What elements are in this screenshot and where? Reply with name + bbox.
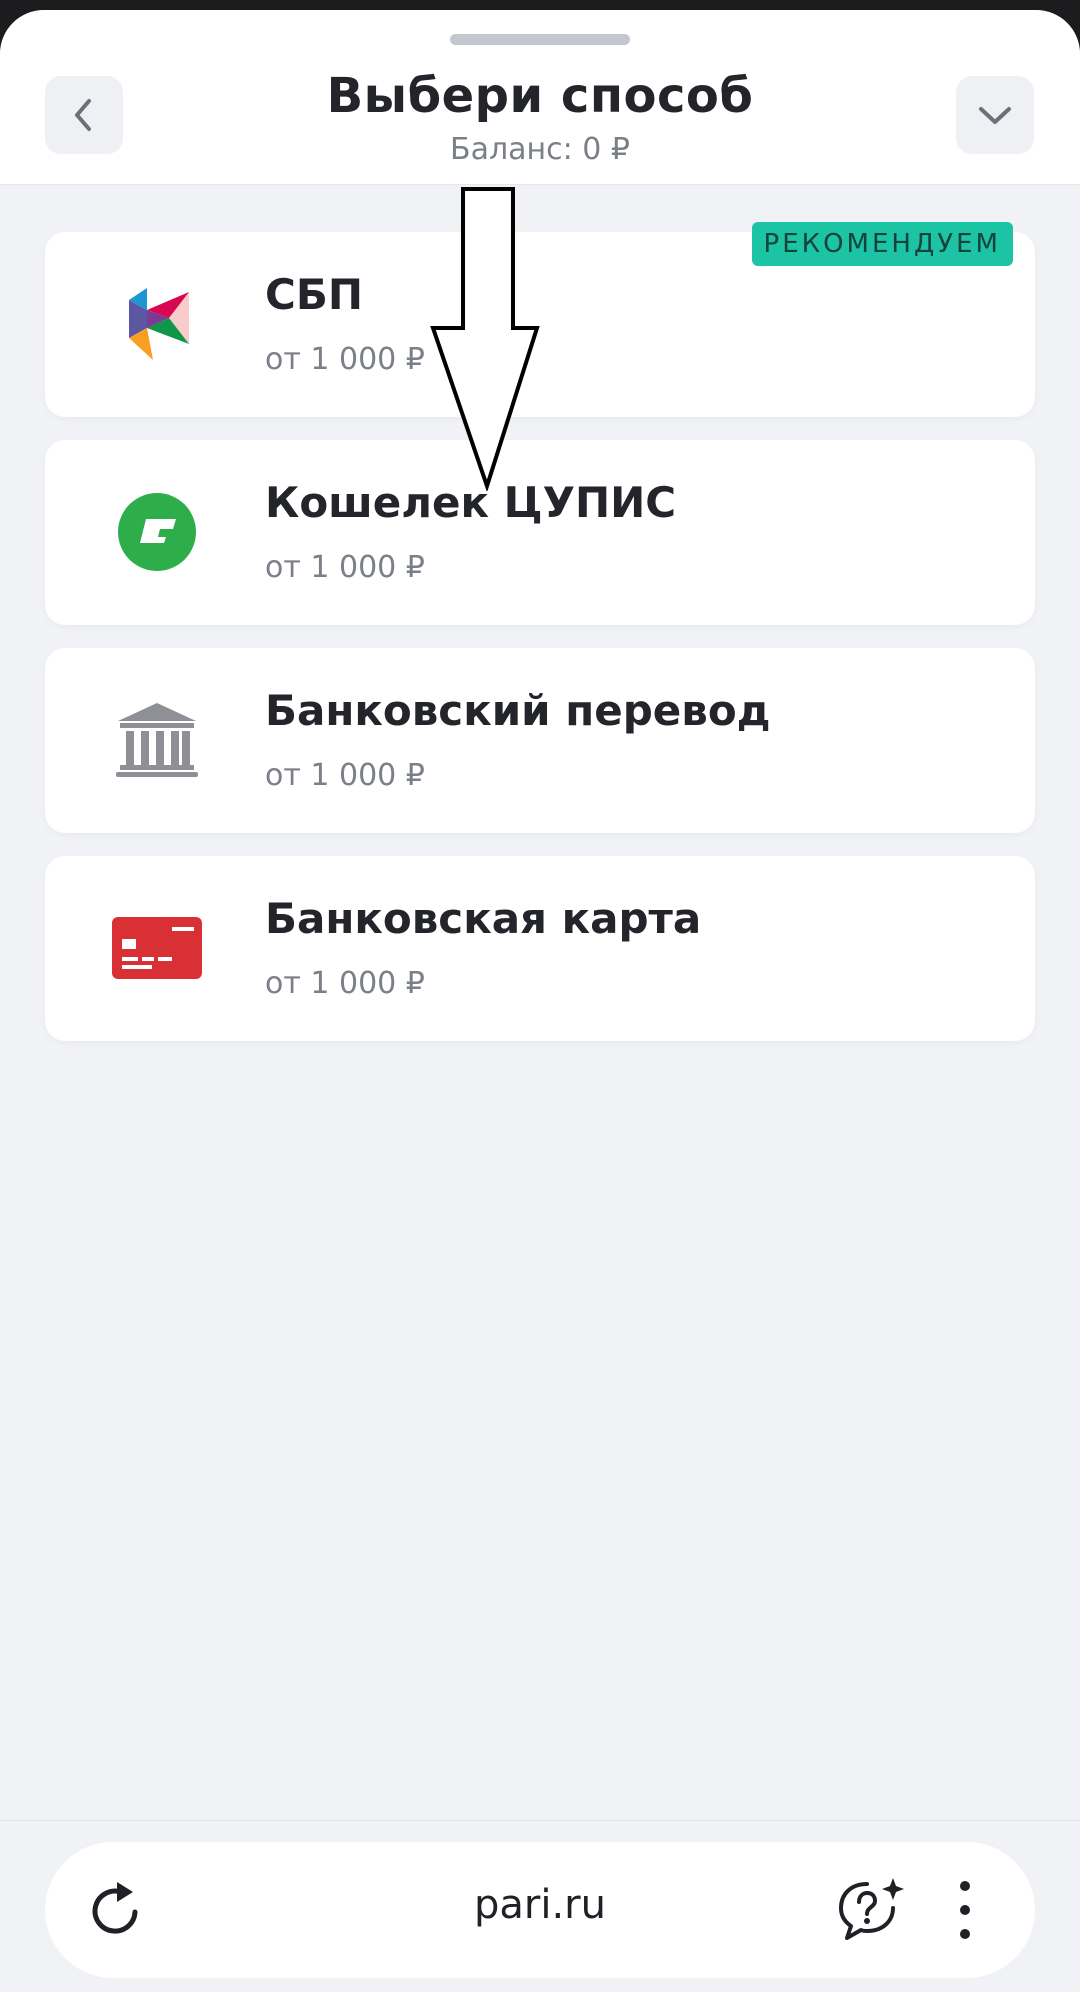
- bank-card-icon: [107, 898, 207, 998]
- method-name: Банковский перевод: [265, 686, 771, 735]
- sbp-icon: [107, 274, 207, 374]
- method-name: Банковская карта: [265, 894, 702, 943]
- payment-method-bank-card[interactable]: Банковская карта от 1 000 ₽: [45, 856, 1035, 1041]
- method-min-amount: от 1 000 ₽: [265, 550, 425, 585]
- sheet-grabber[interactable]: [450, 34, 630, 45]
- cupis-wallet-icon: [107, 482, 207, 582]
- payment-method-sbp[interactable]: РЕКОМЕНДУЕМ СБП от 1 000 ₽: [45, 222, 1035, 417]
- bank-building-icon: [107, 690, 207, 790]
- method-min-amount: от 1 000 ₽: [265, 342, 425, 377]
- help-chat-icon[interactable]: [835, 1874, 907, 1946]
- chevron-down-icon: [979, 107, 1011, 124]
- down-arrow-annotation: [430, 187, 540, 491]
- collapse-button[interactable]: [956, 76, 1034, 154]
- method-name: СБП: [265, 270, 363, 319]
- payment-method-bank-transfer[interactable]: Банковский перевод от 1 000 ₽: [45, 648, 1035, 833]
- payment-method-cupis[interactable]: Кошелек ЦУПИС от 1 000 ₽: [45, 440, 1035, 625]
- bottom-divider: [0, 1820, 1080, 1821]
- browser-bar: pari.ru: [45, 1842, 1035, 1978]
- sheet-header: Выбери способ Баланс: 0 ₽: [0, 10, 1080, 185]
- method-min-amount: от 1 000 ₽: [265, 966, 425, 1001]
- page-title: Выбери способ: [326, 68, 754, 124]
- more-vertical-icon[interactable]: [945, 1874, 985, 1946]
- method-min-amount: от 1 000 ₽: [265, 758, 425, 793]
- balance-label: Баланс: 0 ₽: [450, 132, 630, 167]
- recommended-badge: РЕКОМЕНДУЕМ: [751, 222, 1013, 266]
- payment-method-sheet: Выбери способ Баланс: 0 ₽ РЕКОМЕНДУЕМ СБ…: [0, 10, 1080, 1992]
